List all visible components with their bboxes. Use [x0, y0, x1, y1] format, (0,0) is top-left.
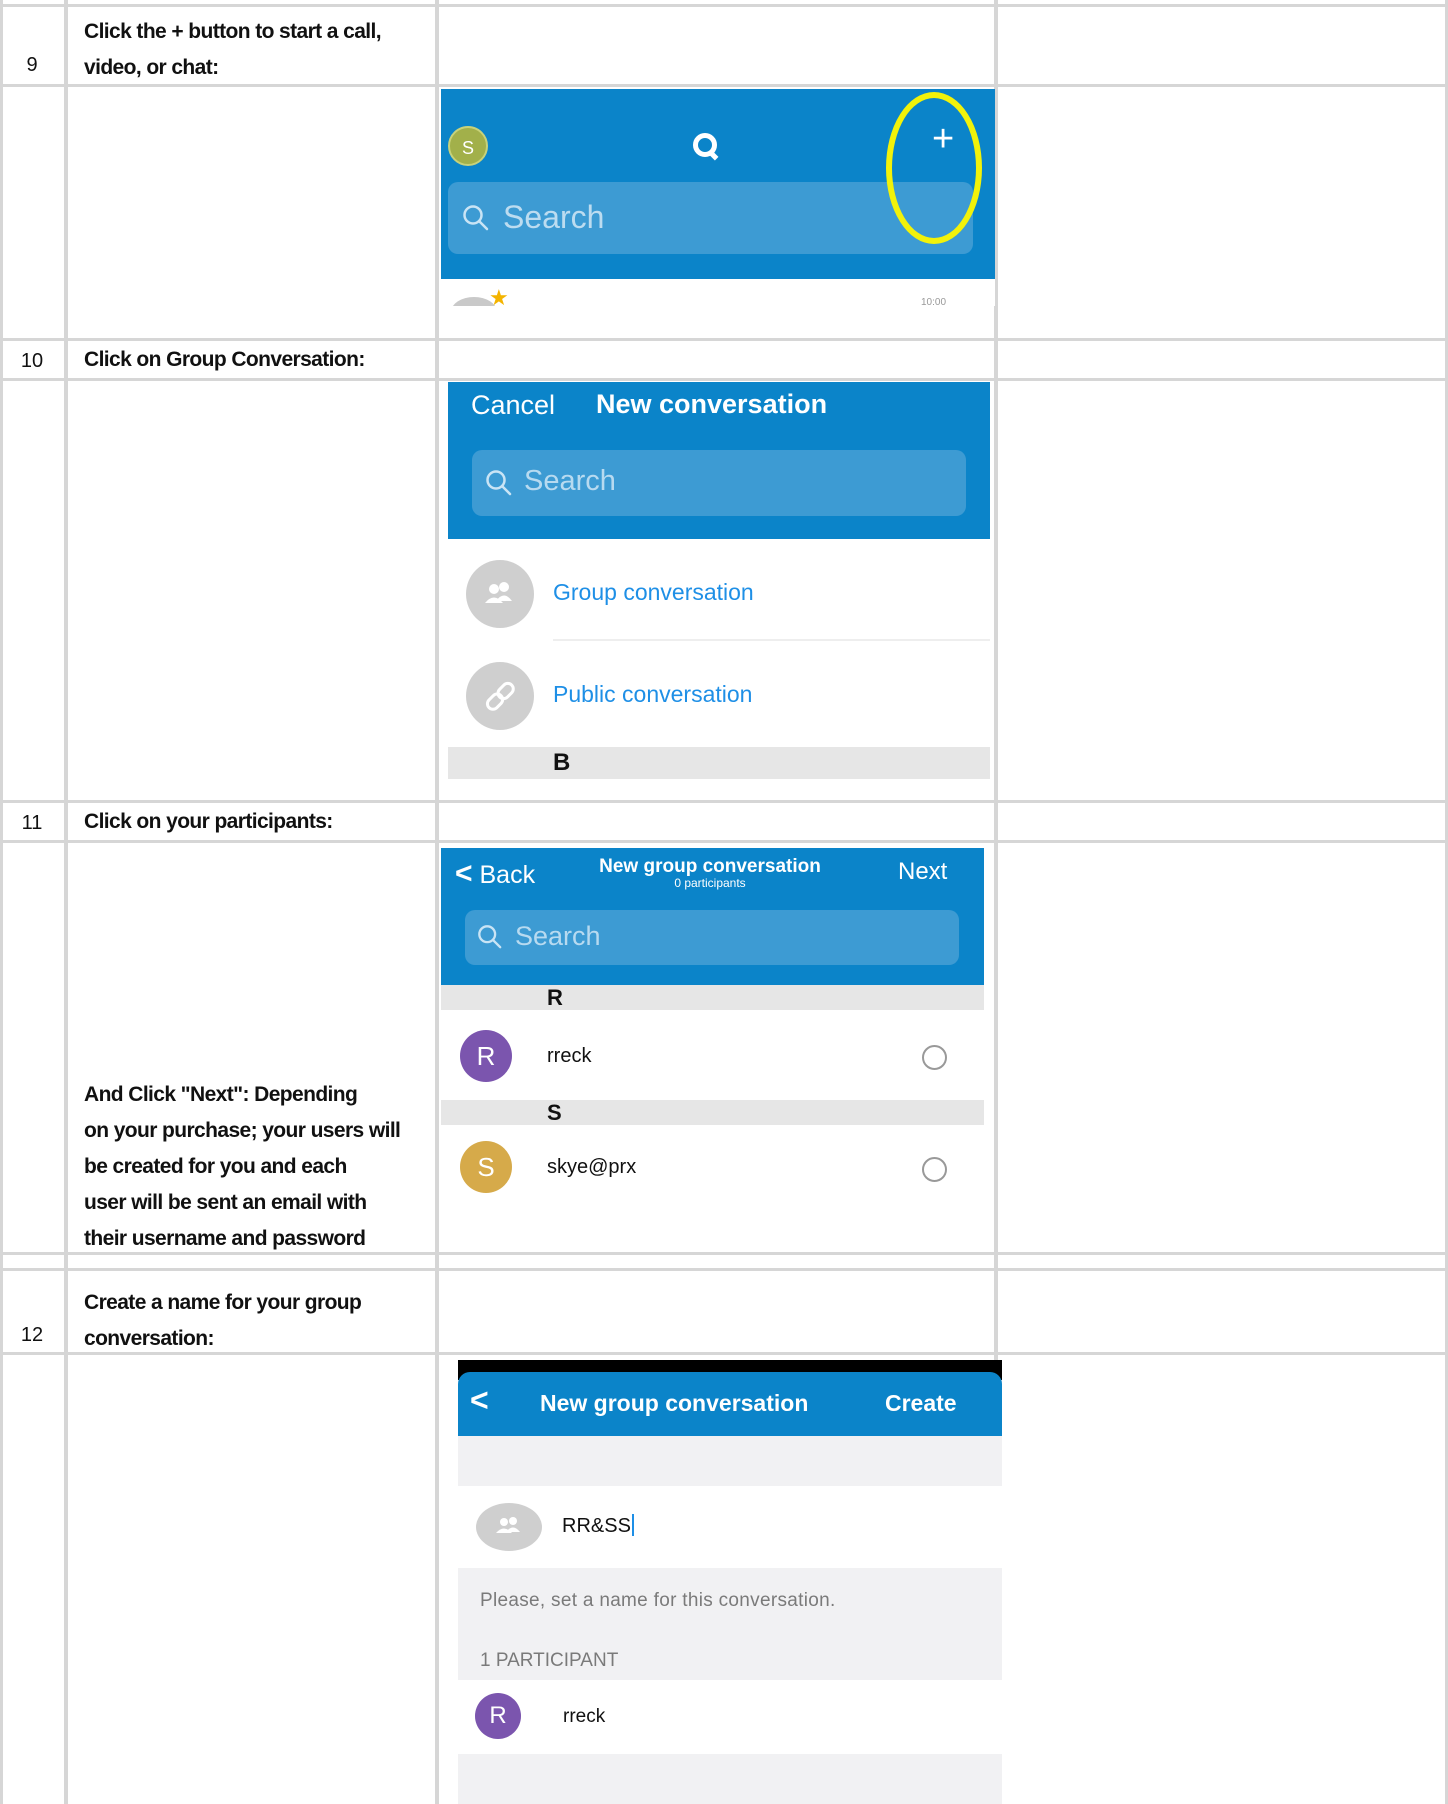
- search-input[interactable]: Search: [472, 450, 966, 516]
- grid-line: [0, 338, 1448, 341]
- group-name-input[interactable]: RR&SS: [562, 1514, 634, 1538]
- participant-name: rreck: [563, 1706, 606, 1727]
- grid-line: [0, 1268, 1448, 1271]
- grid-line: [0, 378, 1448, 381]
- step-instruction: Click the + button to start a call, vide…: [84, 14, 434, 86]
- highlight-circle: [886, 92, 982, 244]
- grid-line: [435, 0, 439, 1804]
- step-note: And Click "Next": Depending on your purc…: [84, 1077, 434, 1257]
- row-number: 10: [20, 350, 44, 372]
- grid-line: [0, 800, 1448, 803]
- participants-header: 1 PARTICIPANT: [480, 1650, 619, 1671]
- item-label: Group conversation: [553, 579, 754, 605]
- grid-line: [0, 0, 3, 1804]
- screenshot-new-conversation: Cancel New conversation Search Group con…: [448, 382, 990, 779]
- screen-title: New group conversation: [540, 1390, 809, 1416]
- screenshot-conversation-list: S + Search ★ 10:00: [441, 89, 995, 306]
- note-line: be created for you and each: [84, 1155, 347, 1178]
- search-placeholder: Search: [503, 199, 605, 235]
- instruction-line: Click the + button to start a call,: [84, 20, 382, 43]
- back-button[interactable]: < Back: [455, 857, 535, 891]
- row-number: 12: [20, 1324, 44, 1346]
- participant-count: 0 participants: [674, 876, 746, 890]
- name-hint: Please, set a name for this conversation…: [480, 1590, 836, 1611]
- participant-row[interactable]: R rreck: [441, 1010, 984, 1100]
- chevron-left-icon: <: [455, 857, 473, 890]
- participant-name: rreck: [547, 1045, 592, 1067]
- grid-line: [64, 0, 68, 1804]
- cancel-button[interactable]: Cancel: [471, 390, 555, 421]
- note-line: And Click "Next": Depending: [84, 1083, 358, 1106]
- search-icon: [486, 470, 512, 496]
- screen-title: New group conversation: [599, 856, 821, 877]
- note-line: their username and password: [84, 1227, 366, 1250]
- public-conversation-item[interactable]: Public conversation: [448, 641, 990, 745]
- group-name-value: RR&SS: [562, 1515, 631, 1537]
- participant-row: R rreck: [458, 1680, 1002, 1754]
- app-logo-icon: [693, 133, 719, 161]
- star-icon: ★: [489, 285, 509, 306]
- participant-row[interactable]: S skye@prx: [441, 1125, 984, 1215]
- grid-line: [0, 4, 1448, 7]
- instruction-line: Click on your participants:: [84, 810, 333, 833]
- step-instruction: Create a name for your group conversatio…: [84, 1285, 434, 1357]
- create-button[interactable]: Create: [885, 1390, 957, 1417]
- link-icon: [466, 662, 534, 730]
- name-input-row[interactable]: RR&SS: [458, 1486, 1002, 1568]
- screenshot-name-group: < New group conversation Create RR&SS Pl…: [458, 1360, 1002, 1804]
- group-icon: [466, 560, 534, 628]
- group-conversation-item[interactable]: Group conversation: [448, 539, 990, 641]
- row-number: 11: [21, 812, 43, 834]
- search-input[interactable]: Search: [465, 910, 959, 965]
- search-icon: [463, 205, 489, 231]
- section-header: B: [448, 747, 990, 779]
- group-icon: [476, 1503, 542, 1551]
- grid-line: [0, 840, 1448, 843]
- instruction-line: video, or chat:: [84, 56, 219, 79]
- text-cursor: [631, 1514, 634, 1536]
- instruction-line: Click on Group Conversation:: [84, 348, 365, 371]
- select-radio[interactable]: [922, 1045, 947, 1070]
- search-icon: [478, 925, 502, 949]
- list-time: 10:00: [921, 297, 947, 306]
- instruction-line: conversation:: [84, 1327, 215, 1350]
- screen-title: New conversation: [596, 389, 828, 419]
- instruction-line: Create a name for your group: [84, 1291, 362, 1314]
- note-line: user will be sent an email with: [84, 1191, 367, 1214]
- step-instruction: Click on your participants:: [84, 804, 434, 840]
- participant-avatar: S: [460, 1141, 512, 1193]
- step-instruction: Click on Group Conversation:: [84, 342, 434, 378]
- select-radio[interactable]: [922, 1157, 947, 1182]
- screenshot-select-participants: < Back New group conversation 0 particip…: [441, 848, 984, 1248]
- user-avatar[interactable]: S: [448, 126, 488, 166]
- participant-avatar: R: [460, 1030, 512, 1082]
- search-placeholder: Search: [524, 465, 616, 497]
- participant-avatar: R: [475, 1693, 521, 1739]
- row-number: 9: [26, 54, 38, 76]
- back-label: Back: [479, 861, 536, 889]
- next-button[interactable]: Next: [898, 858, 947, 886]
- back-chevron-icon[interactable]: <: [470, 1382, 489, 1419]
- section-header: S: [441, 1100, 984, 1125]
- search-placeholder: Search: [515, 921, 601, 951]
- item-label: Public conversation: [553, 681, 753, 707]
- participant-name: skye@prx: [547, 1156, 637, 1178]
- header-title: New group conversation 0 participants: [580, 856, 840, 890]
- note-line: on your purchase; your users will: [84, 1119, 401, 1142]
- section-header: R: [441, 985, 984, 1010]
